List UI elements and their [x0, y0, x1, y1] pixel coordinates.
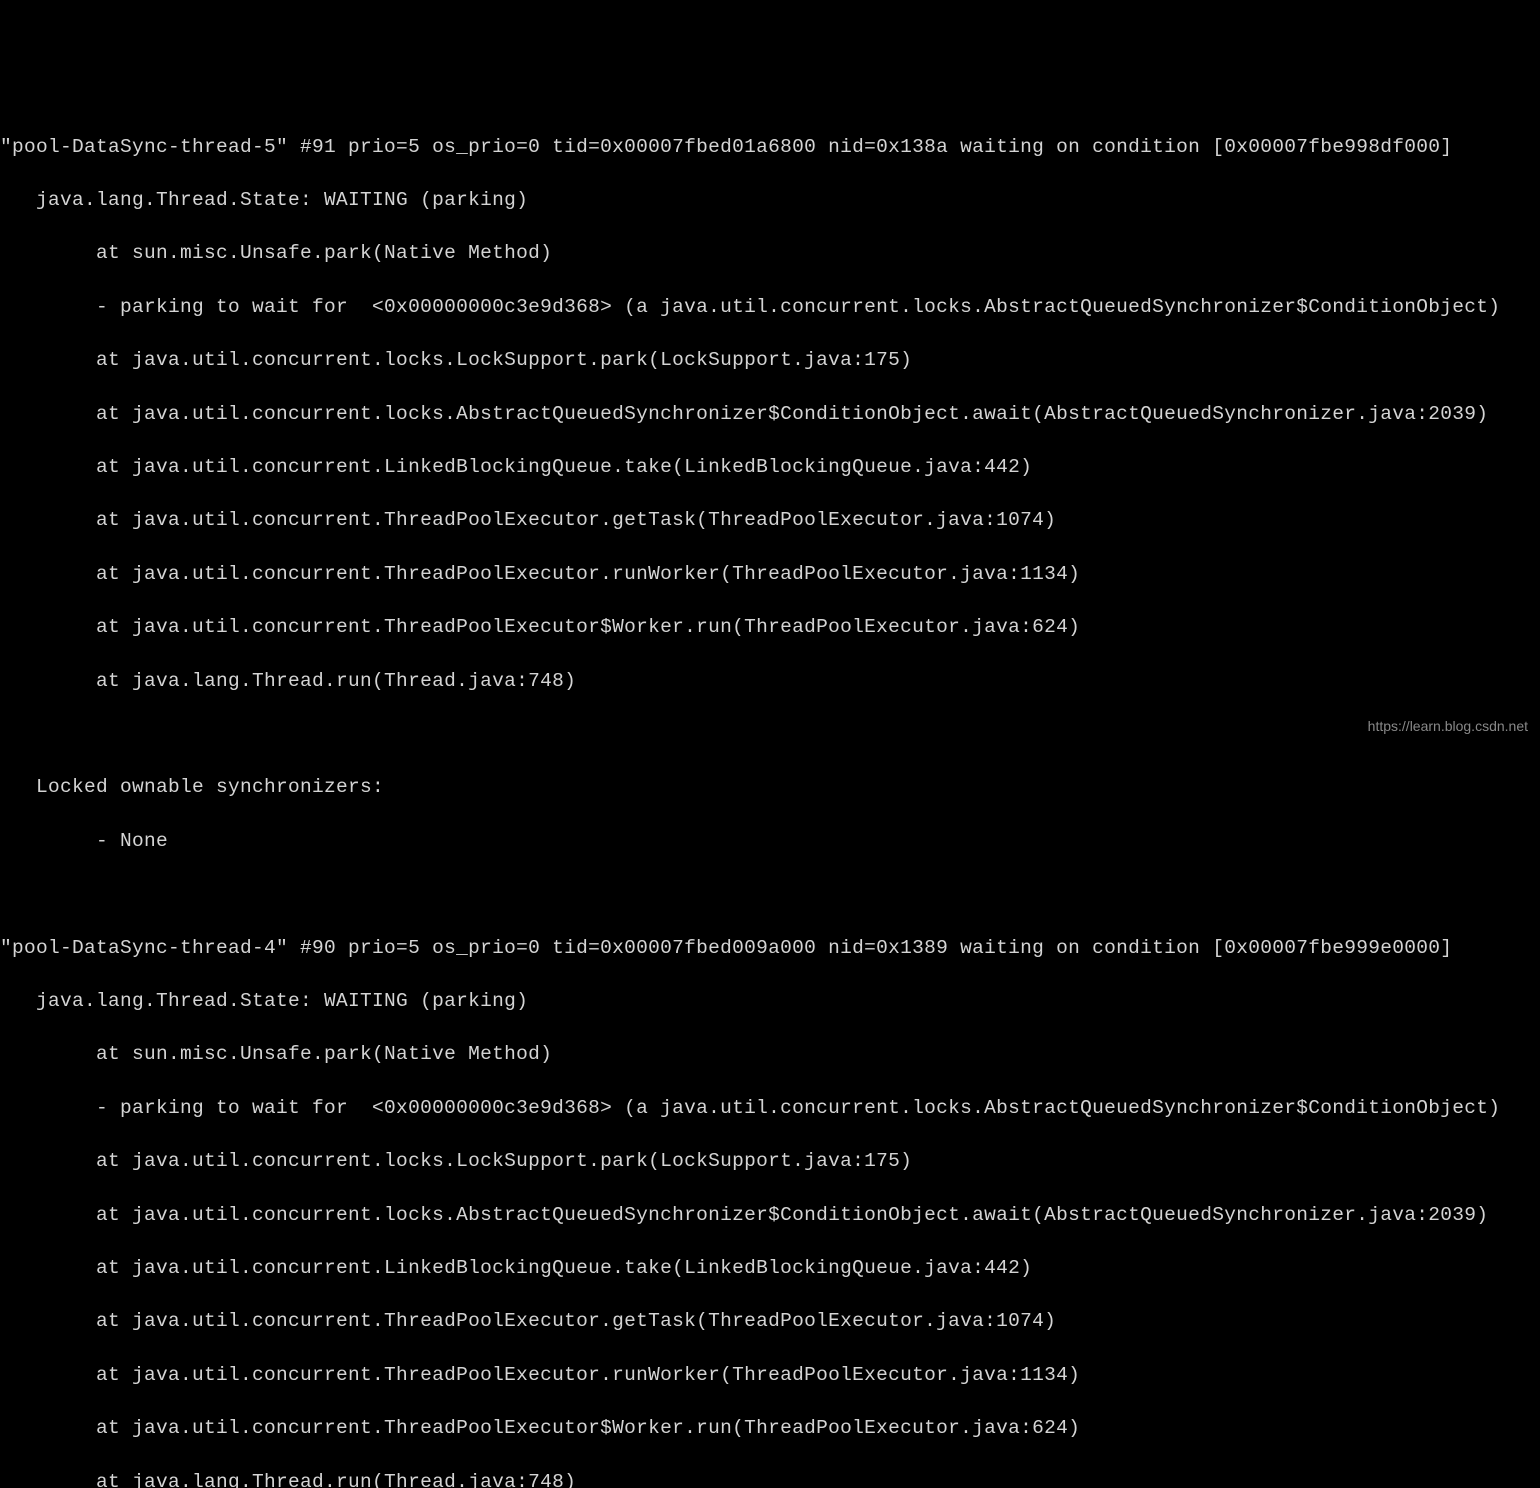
stack-line: at java.util.concurrent.LinkedBlockingQu… — [0, 454, 1540, 481]
thread-header: "pool-DataSync-thread-4" #90 prio=5 os_p… — [0, 935, 1540, 962]
stack-line: at java.lang.Thread.run(Thread.java:748) — [0, 1469, 1540, 1488]
stack-line: at java.util.concurrent.ThreadPoolExecut… — [0, 561, 1540, 588]
stack-line: at java.util.concurrent.LinkedBlockingQu… — [0, 1255, 1540, 1282]
stack-line: at java.util.concurrent.ThreadPoolExecut… — [0, 1415, 1540, 1442]
terminal-output: "pool-DataSync-thread-5" #91 prio=5 os_p… — [0, 107, 1540, 1488]
watermark: https://learn.blog.csdn.net — [1368, 717, 1528, 736]
stack-line: at java.lang.Thread.run(Thread.java:748) — [0, 668, 1540, 695]
locked-heading: Locked ownable synchronizers: — [0, 774, 1540, 801]
stack-line: at java.util.concurrent.locks.LockSuppor… — [0, 347, 1540, 374]
stack-line: at java.util.concurrent.locks.AbstractQu… — [0, 401, 1540, 428]
stack-line: at java.util.concurrent.ThreadPoolExecut… — [0, 1362, 1540, 1389]
stack-line: at sun.misc.Unsafe.park(Native Method) — [0, 1041, 1540, 1068]
stack-line: at java.util.concurrent.locks.LockSuppor… — [0, 1148, 1540, 1175]
blank-line — [0, 881, 1540, 908]
stack-line: - parking to wait for <0x00000000c3e9d36… — [0, 294, 1540, 321]
thread-state: java.lang.Thread.State: WAITING (parking… — [0, 988, 1540, 1015]
stack-line: at sun.misc.Unsafe.park(Native Method) — [0, 240, 1540, 267]
stack-line: at java.util.concurrent.ThreadPoolExecut… — [0, 1308, 1540, 1335]
stack-line: at java.util.concurrent.ThreadPoolExecut… — [0, 507, 1540, 534]
stack-line: at java.util.concurrent.locks.AbstractQu… — [0, 1202, 1540, 1229]
stack-line: - parking to wait for <0x00000000c3e9d36… — [0, 1095, 1540, 1122]
thread-header: "pool-DataSync-thread-5" #91 prio=5 os_p… — [0, 134, 1540, 161]
thread-state: java.lang.Thread.State: WAITING (parking… — [0, 187, 1540, 214]
locked-item: - None — [0, 828, 1540, 855]
stack-line: at java.util.concurrent.ThreadPoolExecut… — [0, 614, 1540, 641]
